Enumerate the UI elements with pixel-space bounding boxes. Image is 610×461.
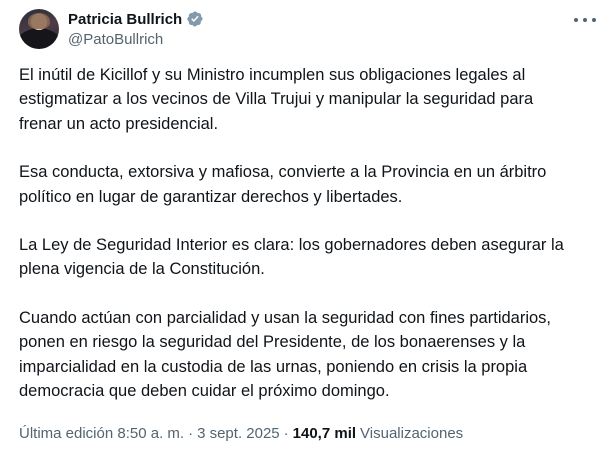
tweet-meta: Última edición 8:50 a. m. · 3 sept. 2025… [19,425,463,442]
tweet-paragraph: El inútil de Kicillof y su Ministro incu… [19,66,534,133]
meta-separator: · [188,425,194,442]
more-dot-icon [592,18,596,22]
tweet-paragraph: Esa conducta, extorsiva y mafiosa, convi… [19,163,547,206]
name-row: Patricia Bullrich [68,10,204,28]
views-label: Visualizaciones [360,425,464,442]
verified-badge-icon [187,11,203,27]
author-display-name[interactable]: Patricia Bullrich [68,11,182,28]
tweet-text: El inútil de Kicillof y su Ministro incu… [19,63,599,403]
meta-separator: · [283,425,289,442]
tweet-paragraph: Cuando actúan con parcialidad y usan la … [19,308,552,401]
more-dot-icon [583,18,587,22]
tweet-header: Patricia Bullrich @PatoBullrich [68,10,204,48]
tweet-date-link[interactable]: 3 sept. 2025 [197,425,280,442]
views-count: 140,7 mil [292,425,357,442]
edited-timestamp-link[interactable]: Última edición 8:50 a. m. [19,425,184,442]
author-handle[interactable]: @PatoBullrich [68,31,204,48]
more-dot-icon [574,18,578,22]
tweet-card: Patricia Bullrich @PatoBullrich El inúti… [0,0,610,461]
tweet-paragraph: La Ley de Seguridad Interior es clara: l… [19,236,564,279]
more-options-button[interactable] [574,13,596,27]
avatar[interactable] [19,9,59,49]
